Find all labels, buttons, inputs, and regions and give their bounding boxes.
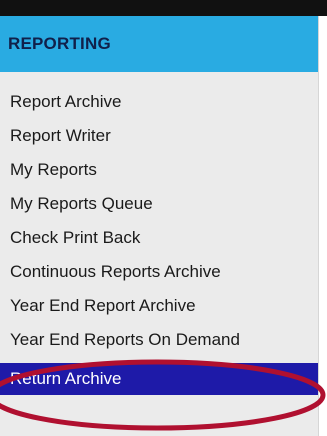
menu-item-year-end-report-archive[interactable]: Year End Report Archive [0, 289, 318, 323]
menu-item-check-print-back[interactable]: Check Print Back [0, 221, 318, 255]
menu-header: REPORTING [0, 16, 318, 72]
menu-item-year-end-reports-on-demand[interactable]: Year End Reports On Demand [0, 323, 318, 357]
menu-item-my-reports[interactable]: My Reports [0, 153, 318, 187]
menu-item-report-writer[interactable]: Report Writer [0, 119, 318, 153]
top-bar [0, 0, 327, 16]
menu-item-return-archive[interactable]: Return Archive [0, 363, 318, 395]
menu-item-my-reports-queue[interactable]: My Reports Queue [0, 187, 318, 221]
reporting-menu: REPORTING Report Archive Report Writer M… [0, 16, 318, 436]
menu-list: Report Archive Report Writer My Reports … [0, 72, 318, 395]
screenshot-frame: REPORTING Report Archive Report Writer M… [0, 0, 327, 436]
menu-item-report-archive[interactable]: Report Archive [0, 85, 318, 119]
menu-item-continuous-reports-archive[interactable]: Continuous Reports Archive [0, 255, 318, 289]
